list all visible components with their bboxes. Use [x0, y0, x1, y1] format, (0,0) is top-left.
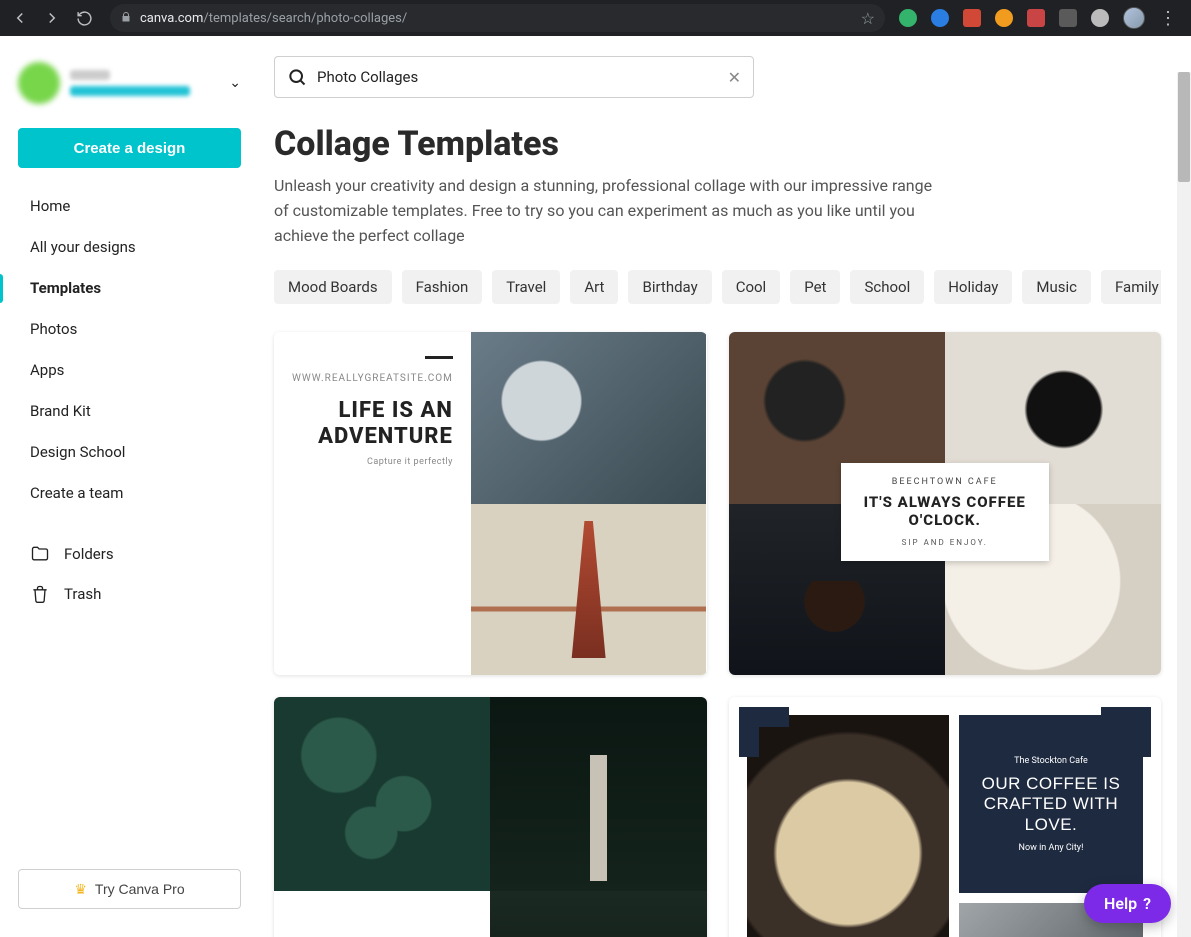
sidebar-item-apps[interactable]: Apps: [0, 350, 259, 391]
search-input[interactable]: Photo Collages ✕: [274, 56, 754, 98]
extension-icon[interactable]: [1059, 9, 1077, 27]
template-text: ADVENTURE: [318, 424, 453, 449]
profile-avatar[interactable]: [1123, 7, 1145, 29]
clear-search-button[interactable]: ✕: [728, 68, 741, 87]
sidebar-item-folders[interactable]: Folders: [0, 534, 259, 574]
template-text: The Stockton Cafe: [1014, 756, 1088, 766]
search-icon: [287, 67, 307, 87]
template-text: IT'S ALWAYS COFFEE O'CLOCK.: [851, 493, 1039, 531]
corner-decoration: [1101, 707, 1151, 757]
address-bar[interactable]: canva.com/templates/search/photo-collage…: [110, 4, 885, 32]
chip-school[interactable]: School: [850, 270, 924, 304]
chip-fashion[interactable]: Fashion: [402, 270, 483, 304]
template-image: [471, 504, 707, 675]
extension-icons: ⋮: [899, 7, 1183, 29]
template-grid: WWW.REALLYGREATSITE.COM LIFE IS ANADVENT…: [274, 332, 1161, 937]
page-title: Collage Templates: [274, 124, 1161, 164]
lock-icon: [120, 11, 132, 26]
extension-icon[interactable]: [1091, 9, 1109, 27]
url-text: canva.com/templates/search/photo-collage…: [140, 11, 407, 26]
back-button[interactable]: [8, 6, 32, 30]
account-name: [70, 70, 229, 96]
chip-art[interactable]: Art: [570, 270, 618, 304]
page-subtitle: Unleash your creativity and design a stu…: [274, 174, 934, 248]
chip-pet[interactable]: Pet: [790, 270, 840, 304]
chevron-down-icon: ⌄: [229, 75, 241, 91]
template-image: [274, 697, 490, 891]
template-image: [490, 891, 706, 937]
template-text-panel: BEECHTOWN CAFE IT'S ALWAYS COFFEE O'CLOC…: [841, 463, 1049, 562]
template-image: [490, 697, 706, 891]
folder-icon: [30, 544, 50, 564]
extension-icon[interactable]: [899, 9, 917, 27]
sidebar-item-templates[interactable]: Templates: [0, 268, 259, 309]
chip-cool[interactable]: Cool: [722, 270, 781, 304]
sidebar: ⌄ Create a design Home All your designs …: [0, 36, 260, 937]
question-icon: ?: [1143, 894, 1151, 913]
template-text: SIP AND ENJOY.: [851, 538, 1039, 547]
template-text: Capture it perfectly: [367, 457, 453, 467]
corner-decoration: [739, 707, 789, 757]
forward-button[interactable]: [40, 6, 64, 30]
account-switcher[interactable]: ⌄: [0, 52, 259, 114]
template-text-panel: AUGUST 2020 Scenes From My: [274, 891, 490, 937]
template-card[interactable]: BEECHTOWN CAFE IT'S ALWAYS COFFEE O'CLOC…: [729, 332, 1162, 675]
browser-toolbar: canva.com/templates/search/photo-collage…: [0, 0, 1191, 36]
template-text: BEECHTOWN CAFE: [851, 477, 1039, 487]
star-icon[interactable]: ☆: [861, 9, 875, 28]
template-text: WWW.REALLYGREATSITE.COM: [292, 373, 453, 384]
template-text: OUR COFFEE IS CRAFTED WITH LOVE.: [969, 774, 1133, 835]
sidebar-item-all-designs[interactable]: All your designs: [0, 227, 259, 268]
sidebar-item-photos[interactable]: Photos: [0, 309, 259, 350]
extension-icon[interactable]: [931, 9, 949, 27]
trash-icon: [30, 584, 50, 604]
chip-holiday[interactable]: Holiday: [934, 270, 1012, 304]
pro-button-label: Try Canva Pro: [95, 881, 185, 897]
template-card[interactable]: WWW.REALLYGREATSITE.COM LIFE IS ANADVENT…: [274, 332, 707, 675]
vertical-scrollbar[interactable]: [1177, 72, 1191, 937]
sidebar-item-trash[interactable]: Trash: [0, 574, 259, 614]
chip-travel[interactable]: Travel: [492, 270, 560, 304]
sidebar-item-design-school[interactable]: Design School: [0, 432, 259, 473]
sidebar-item-label: Folders: [64, 545, 114, 563]
try-pro-button[interactable]: ♛ Try Canva Pro: [18, 869, 241, 909]
extension-icon[interactable]: [1027, 9, 1045, 27]
template-text: Now in Any City!: [1019, 843, 1084, 853]
crown-icon: ♛: [74, 881, 87, 898]
avatar: [18, 62, 60, 104]
create-design-button[interactable]: Create a design: [18, 128, 241, 168]
template-image: [471, 332, 707, 503]
chip-music[interactable]: Music: [1022, 270, 1091, 304]
chip-birthday[interactable]: Birthday: [628, 270, 711, 304]
browser-menu-icon[interactable]: ⋮: [1159, 8, 1177, 29]
template-text: LIFE IS AN: [338, 398, 452, 423]
chip-family[interactable]: Family: [1101, 270, 1161, 304]
chip-mood-boards[interactable]: Mood Boards: [274, 270, 392, 304]
sidebar-item-home[interactable]: Home: [0, 186, 259, 227]
filter-chips: Mood Boards Fashion Travel Art Birthday …: [274, 270, 1161, 304]
main-content: Photo Collages ✕ Collage Templates Unlea…: [260, 36, 1191, 937]
help-label: Help: [1104, 894, 1137, 913]
reload-button[interactable]: [72, 6, 96, 30]
sidebar-item-label: Trash: [64, 585, 101, 603]
sidebar-item-brand-kit[interactable]: Brand Kit: [0, 391, 259, 432]
sidebar-item-create-team[interactable]: Create a team: [0, 473, 259, 514]
search-query: Photo Collages: [317, 68, 718, 86]
template-card[interactable]: AUGUST 2020 Scenes From My: [274, 697, 707, 937]
scrollbar-thumb[interactable]: [1178, 72, 1190, 182]
extension-icon[interactable]: [963, 9, 981, 27]
help-button[interactable]: Help ?: [1084, 884, 1171, 923]
extension-icon[interactable]: [995, 9, 1013, 27]
template-text-panel: WWW.REALLYGREATSITE.COM LIFE IS ANADVENT…: [274, 332, 471, 675]
